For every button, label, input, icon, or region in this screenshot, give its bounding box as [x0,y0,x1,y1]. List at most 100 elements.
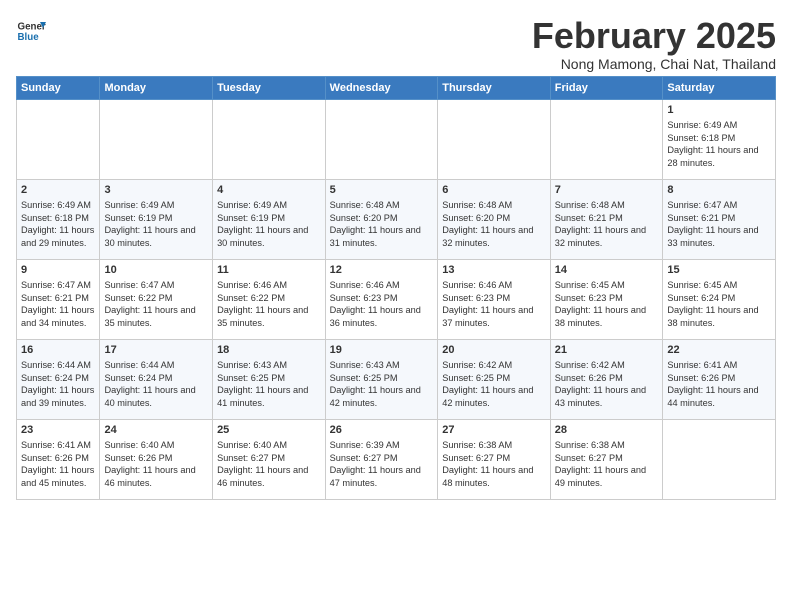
day-info: Sunrise: 6:41 AM Sunset: 6:26 PM Dayligh… [667,359,771,409]
day-cell: 5Sunrise: 6:48 AM Sunset: 6:20 PM Daylig… [325,179,438,259]
day-number: 14 [555,263,659,278]
weekday-header-saturday: Saturday [663,76,776,99]
day-cell: 9Sunrise: 6:47 AM Sunset: 6:21 PM Daylig… [17,259,100,339]
day-number: 25 [217,423,321,438]
weekday-header-friday: Friday [550,76,663,99]
day-number: 18 [217,343,321,358]
day-number: 3 [104,183,208,198]
day-number: 26 [330,423,434,438]
day-cell: 6Sunrise: 6:48 AM Sunset: 6:20 PM Daylig… [438,179,551,259]
day-cell: 13Sunrise: 6:46 AM Sunset: 6:23 PM Dayli… [438,259,551,339]
day-info: Sunrise: 6:42 AM Sunset: 6:25 PM Dayligh… [442,359,546,409]
day-number: 16 [21,343,95,358]
calendar-subtitle: Nong Mamong, Chai Nat, Thailand [532,56,776,72]
day-info: Sunrise: 6:49 AM Sunset: 6:19 PM Dayligh… [104,199,208,249]
day-cell: 23Sunrise: 6:41 AM Sunset: 6:26 PM Dayli… [17,419,100,499]
day-number: 21 [555,343,659,358]
day-info: Sunrise: 6:38 AM Sunset: 6:27 PM Dayligh… [555,439,659,489]
day-info: Sunrise: 6:43 AM Sunset: 6:25 PM Dayligh… [217,359,321,409]
day-cell: 11Sunrise: 6:46 AM Sunset: 6:22 PM Dayli… [213,259,326,339]
day-cell: 16Sunrise: 6:44 AM Sunset: 6:24 PM Dayli… [17,339,100,419]
svg-text:Blue: Blue [18,32,40,43]
day-number: 1 [667,103,771,118]
day-number: 24 [104,423,208,438]
day-cell [550,99,663,179]
day-info: Sunrise: 6:41 AM Sunset: 6:26 PM Dayligh… [21,439,95,489]
day-info: Sunrise: 6:39 AM Sunset: 6:27 PM Dayligh… [330,439,434,489]
week-row-0: 1Sunrise: 6:49 AM Sunset: 6:18 PM Daylig… [17,99,776,179]
day-info: Sunrise: 6:47 AM Sunset: 6:22 PM Dayligh… [104,279,208,329]
weekday-header-row: SundayMondayTuesdayWednesdayThursdayFrid… [17,76,776,99]
weekday-header-wednesday: Wednesday [325,76,438,99]
day-number: 5 [330,183,434,198]
day-cell [325,99,438,179]
day-info: Sunrise: 6:46 AM Sunset: 6:23 PM Dayligh… [330,279,434,329]
weekday-header-thursday: Thursday [438,76,551,99]
day-info: Sunrise: 6:40 AM Sunset: 6:27 PM Dayligh… [217,439,321,489]
day-number: 6 [442,183,546,198]
week-row-4: 23Sunrise: 6:41 AM Sunset: 6:26 PM Dayli… [17,419,776,499]
week-row-3: 16 Sunrise: 6:44 AM Sunset: 6:24 PM Dayli… [17,339,776,419]
day-cell: 28Sunrise: 6:38 AM Sunset: 6:27 PM Dayli… [550,419,663,499]
weekday-header-tuesday: Tuesday [213,76,326,99]
day-number: 8 [667,183,771,198]
day-cell [100,99,213,179]
weekday-header-sunday: Sunday [17,76,100,99]
day-info: Sunrise: 6:45 AM Sunset: 6:23 PM Dayligh… [555,279,659,329]
day-info: Sunrise: 6:48 AM Sunset: 6:20 PM Dayligh… [442,199,546,249]
day-info: Sunrise: 6:38 AM Sunset: 6:27 PM Dayligh… [442,439,546,489]
logo-icon: General Blue [16,16,46,46]
day-info: Sunrise: 6:47 AM Sunset: 6:21 PM Dayligh… [667,199,771,249]
day-info: Sunrise: 6:47 AM Sunset: 6:21 PM Dayligh… [21,279,95,329]
day-info: Sunrise: 6:40 AM Sunset: 6:26 PM Dayligh… [104,439,208,489]
day-cell: 27Sunrise: 6:38 AM Sunset: 6:27 PM Dayli… [438,419,551,499]
day-cell: 21Sunrise: 6:42 AM Sunset: 6:26 PM Dayli… [550,339,663,419]
calendar-table: SundayMondayTuesdayWednesdayThursdayFrid… [16,76,776,500]
day-number: 27 [442,423,546,438]
day-cell [438,99,551,179]
day-cell: 25Sunrise: 6:40 AM Sunset: 6:27 PM Dayli… [213,419,326,499]
weekday-header-monday: Monday [100,76,213,99]
day-cell [663,419,776,499]
day-cell: 22Sunrise: 6:41 AM Sunset: 6:26 PM Dayli… [663,339,776,419]
day-cell: 26Sunrise: 6:39 AM Sunset: 6:27 PM Dayli… [325,419,438,499]
logo-area: General Blue [16,16,50,46]
day-number: 22 [667,343,771,358]
day-number: 23 [21,423,95,438]
day-cell: 19Sunrise: 6:43 AM Sunset: 6:25 PM Dayli… [325,339,438,419]
day-cell: 15Sunrise: 6:45 AM Sunset: 6:24 PM Dayli… [663,259,776,339]
day-number: 7 [555,183,659,198]
day-cell [213,99,326,179]
day-number: 10 [104,263,208,278]
day-number: 2 [21,183,95,198]
day-cell: 8Sunrise: 6:47 AM Sunset: 6:21 PM Daylig… [663,179,776,259]
day-number: 9 [21,263,95,278]
day-info: Sunrise: 6:48 AM Sunset: 6:20 PM Dayligh… [330,199,434,249]
day-number: 13 [442,263,546,278]
day-number: 19 [330,343,434,358]
day-cell: 14Sunrise: 6:45 AM Sunset: 6:23 PM Dayli… [550,259,663,339]
day-cell: 12Sunrise: 6:46 AM Sunset: 6:23 PM Dayli… [325,259,438,339]
day-cell: 1Sunrise: 6:49 AM Sunset: 6:18 PM Daylig… [663,99,776,179]
day-cell: 4Sunrise: 6:49 AM Sunset: 6:19 PM Daylig… [213,179,326,259]
day-cell: 2Sunrise: 6:49 AM Sunset: 6:18 PM Daylig… [17,179,100,259]
day-cell: 7Sunrise: 6:48 AM Sunset: 6:21 PM Daylig… [550,179,663,259]
day-info: Sunrise: 6:44 AM Sunset: 6:24 PM Dayligh… [104,359,208,409]
day-cell: 24Sunrise: 6:40 AM Sunset: 6:26 PM Dayli… [100,419,213,499]
day-info: Sunrise: 6:42 AM Sunset: 6:26 PM Dayligh… [555,359,659,409]
title-area: February 2025 Nong Mamong, Chai Nat, Tha… [532,16,776,72]
day-cell: 17Sunrise: 6:44 AM Sunset: 6:24 PM Dayli… [100,339,213,419]
day-cell [17,99,100,179]
day-info: Sunrise: 6:49 AM Sunset: 6:19 PM Dayligh… [217,199,321,249]
page-header: General Blue February 2025 Nong Mamong, … [16,16,776,72]
day-info: Sunrise: 6:45 AM Sunset: 6:24 PM Dayligh… [667,279,771,329]
day-number: 4 [217,183,321,198]
day-number: 15 [667,263,771,278]
day-info: Sunrise: 6:43 AM Sunset: 6:25 PM Dayligh… [330,359,434,409]
day-info: Sunrise: 6:49 AM Sunset: 6:18 PM Dayligh… [21,199,95,249]
day-number: 28 [555,423,659,438]
day-cell: 20Sunrise: 6:42 AM Sunset: 6:25 PM Dayli… [438,339,551,419]
day-cell: 10Sunrise: 6:47 AM Sunset: 6:22 PM Dayli… [100,259,213,339]
day-cell: 3Sunrise: 6:49 AM Sunset: 6:19 PM Daylig… [100,179,213,259]
day-number: 12 [330,263,434,278]
